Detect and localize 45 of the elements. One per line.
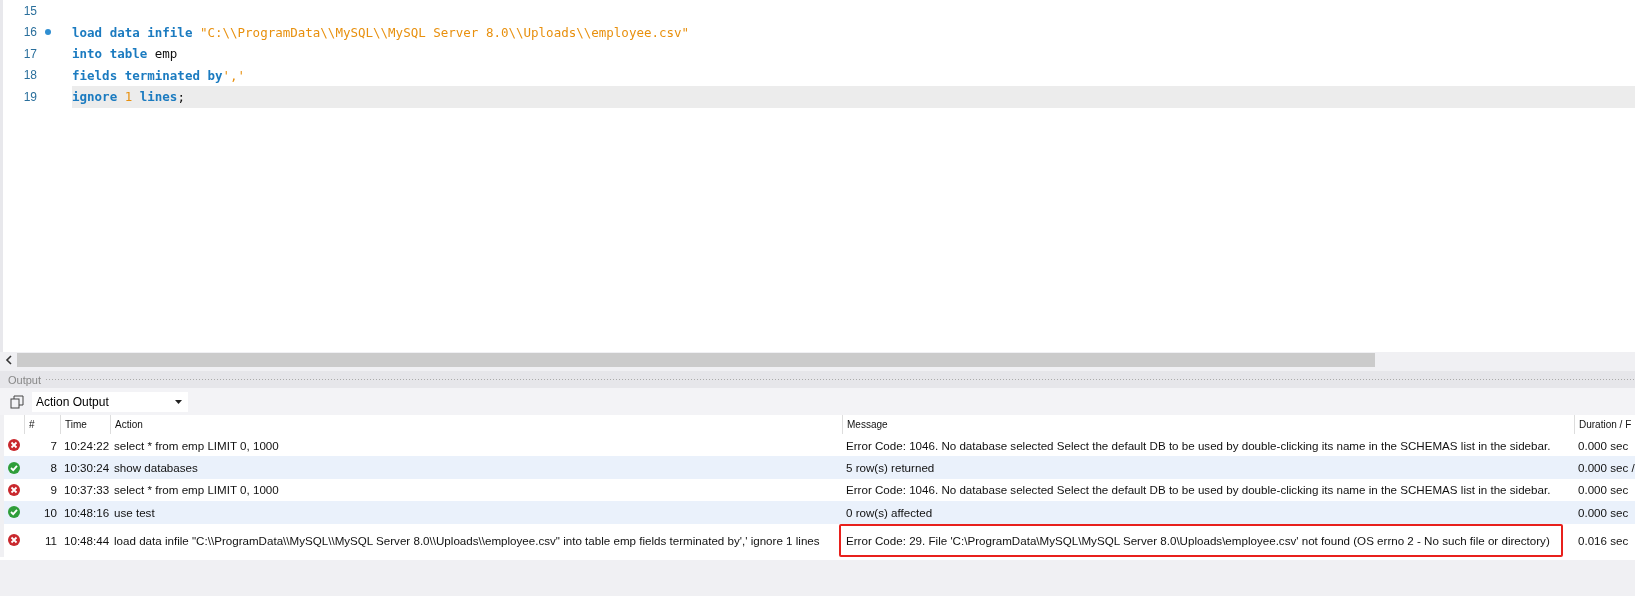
table-cell-text: use test (113, 505, 156, 519)
line-number: 16 (22, 25, 37, 40)
table-cell-text: 0.000 sec (1577, 438, 1630, 452)
panel-title: Output (7, 373, 43, 386)
table-cell-text: 10:48:16 (63, 505, 110, 519)
table-cell-text: 0.000 sec (1577, 505, 1630, 519)
scroll-left-icon[interactable] (5, 355, 13, 365)
code-line: into table emp (72, 45, 178, 64)
table-cell-text: select * from emp LIMIT 0, 1000 (113, 483, 280, 497)
line-number: 17 (22, 46, 37, 61)
code-line: load data infile "C:\\ProgramData\\MySQL\\MySQL Server 8.0\\Uploads\\employee.csv" (72, 23, 690, 42)
table-cell-text: 5 row(s) returned (845, 461, 936, 475)
table-cell-text: 8 (49, 461, 58, 475)
table-cell-text: 9 (49, 483, 58, 497)
column-header[interactable]: Time (60, 415, 110, 434)
table-cell-text: 10:30:24 (63, 461, 110, 475)
table-cell-text: Error Code: 1046. No database selected Select the default DB to be used by double-clicking its name in the SCHEMAS list in the sidebar. (845, 438, 1552, 452)
column-header[interactable]: Action (110, 415, 842, 434)
column-header[interactable]: Message (842, 415, 1574, 434)
table-cell-text: 0.016 sec (1577, 533, 1630, 547)
line-number: 19 (22, 89, 37, 104)
code-editor[interactable]: 15 16 load data infile "C:\\ProgramData\\MySQL\\MySQL Server 8.0\\Uploads\\employee.csv" 17 into table emp 18 fields terminated by',' 19 ignore 1 lines; (0, 0, 1635, 352)
table-cell-text: 0.000 sec / (1577, 461, 1635, 475)
table-cell-text: 7 (49, 438, 58, 452)
table-cell-text: 0 row(s) affected (845, 505, 934, 519)
table-cell-text: 11 (43, 533, 58, 547)
copy-icon[interactable] (10, 394, 24, 409)
column-header[interactable]: # (24, 415, 60, 434)
column-header[interactable]: Duration / F (1574, 415, 1635, 434)
table-cell-text: Error Code: 29. File 'C:\ProgramData\MySQL\MySQL Server 8.0\Uploads\employee.csv' not found (OS errno 2 - No such file or directory) (845, 533, 1551, 547)
table-cell-text: show databases (113, 461, 199, 475)
code-line: fields terminated by',' (72, 66, 246, 85)
table-cell-text: load data infile "C:\\ProgramData\\MySQL\\MySQL Server 8.0\\Uploads\\employee.csv" into table emp fields terminated by',' ignore 1 lines (113, 533, 821, 547)
table-cell-text: 10:48:44 (63, 533, 110, 547)
dropdown-caret-icon (175, 399, 182, 404)
line-number: 15 (22, 3, 37, 18)
table-cell-text: 0.000 sec (1577, 483, 1630, 497)
table-cell-text: Error Code: 1046. No database selected Select the default DB to be used by double-clicking its name in the SCHEMAS list in the sidebar. (845, 483, 1552, 497)
line-number: 18 (22, 68, 37, 83)
table-cell-text: 10:37:33 (63, 483, 110, 497)
table-cell-text: select * from emp LIMIT 0, 1000 (113, 438, 280, 452)
scrollbar-thumb[interactable] (17, 353, 1375, 367)
table-cell-text: 10 (43, 505, 58, 519)
output-type-dropdown[interactable]: Action Output (32, 391, 188, 412)
table-cell-text: 10:24:22 (63, 438, 110, 452)
